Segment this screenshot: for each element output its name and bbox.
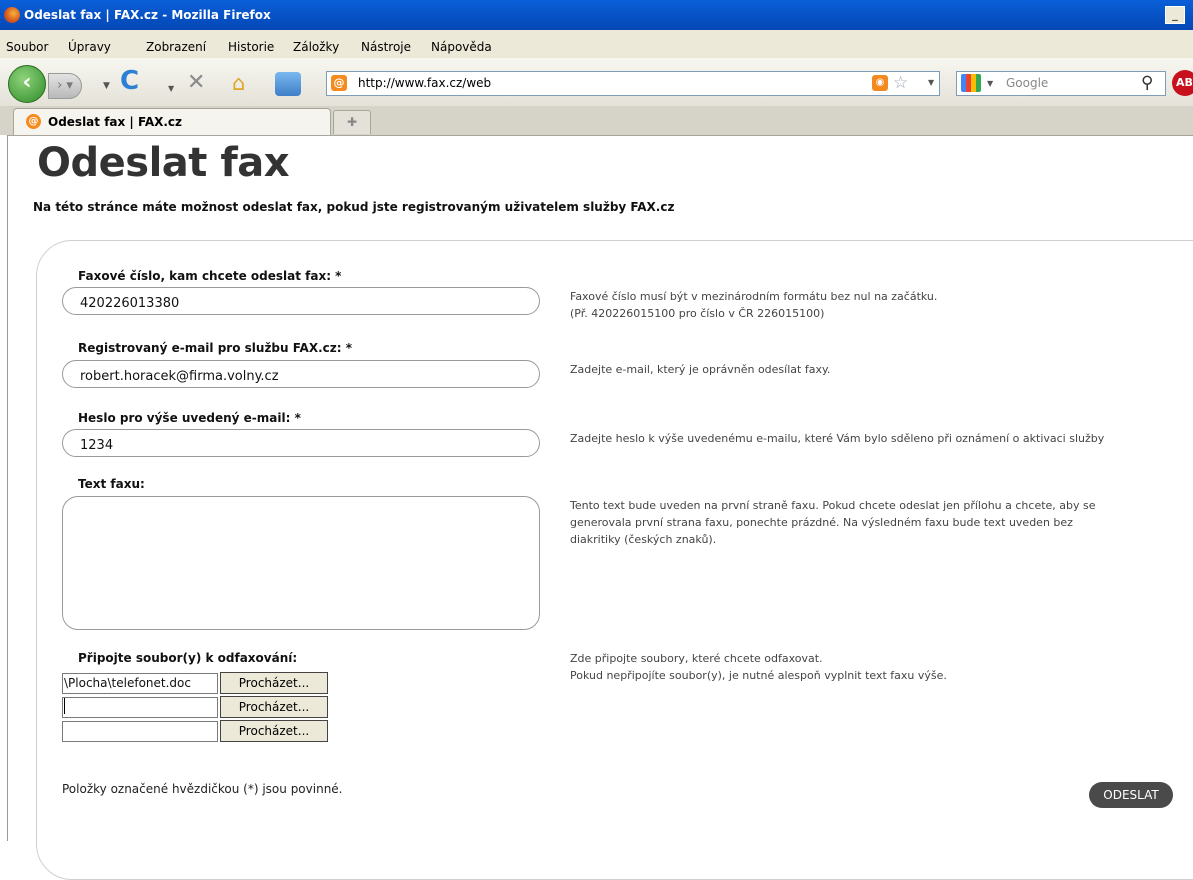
- minimize-button[interactable]: _: [1165, 6, 1185, 24]
- browse-button-1[interactable]: Procházet...: [220, 672, 328, 694]
- fax-number-help-2: (Př. 420226015100 pro číslo v ČR 2260151…: [570, 307, 825, 320]
- window-titlebar: Odeslat fax | FAX.cz - Mozilla Firefox _: [0, 0, 1193, 30]
- email-label: Registrovaný e-mail pro službu FAX.cz: *: [78, 341, 353, 355]
- file-path-input-2[interactable]: [62, 697, 218, 718]
- attachments-help-2: Pokud nepřipojíte soubor(y), je nutné al…: [570, 669, 947, 682]
- password-field[interactable]: 1234: [62, 429, 540, 457]
- fax-number-input[interactable]: 420226013380: [62, 287, 540, 315]
- fax-text-help-2: generovala první strana faxu, ponechte p…: [570, 516, 1073, 529]
- menu-bar: Soubor Úpravy Zobrazení Historie Záložky…: [0, 30, 1193, 59]
- adblock-icon[interactable]: AB: [1172, 70, 1193, 96]
- bookmark-star-icon[interactable]: ☆: [893, 73, 908, 93]
- fax-number-help-1: Faxové číslo musí být v mezinárodním for…: [570, 290, 938, 303]
- tab-favicon-icon: @: [26, 114, 41, 129]
- back-arrow-icon[interactable]: ‹: [8, 65, 46, 103]
- menu-nastroje[interactable]: Nástroje: [361, 40, 411, 54]
- menu-napoveda[interactable]: Nápověda: [431, 40, 492, 54]
- forward-arrow-icon[interactable]: › ▾: [48, 73, 82, 99]
- google-search-engine-icon[interactable]: [961, 74, 981, 92]
- email-help: Zadejte e-mail, který je oprávněn odesíl…: [570, 363, 831, 376]
- fax-text-help-1: Tento text bude uveden na první straně f…: [570, 499, 1096, 512]
- stop-icon[interactable]: ✕: [187, 72, 205, 94]
- rss-feed-icon[interactable]: ◉: [872, 75, 888, 91]
- window-border: [0, 135, 8, 841]
- site-favicon-icon: @: [331, 75, 347, 91]
- firefox-icon: [4, 7, 20, 23]
- text-caret: [64, 698, 65, 714]
- screenshot-addon-icon[interactable]: [275, 72, 301, 96]
- new-tab-button[interactable]: ✚: [333, 110, 371, 134]
- menu-historie[interactable]: Historie: [228, 40, 274, 54]
- tab-label[interactable]: Odeslat fax | FAX.cz: [48, 115, 182, 129]
- attachments-help-1: Zde připojte soubory, které chcete odfax…: [570, 652, 823, 665]
- reload-icon[interactable]: C: [120, 68, 139, 94]
- history-dropdown-icon[interactable]: ▼: [103, 76, 110, 96]
- search-placeholder: Google: [1006, 76, 1049, 90]
- url-dropdown-icon[interactable]: ▼: [928, 78, 934, 87]
- password-label: Heslo pro výše uvedený e-mail: *: [78, 411, 301, 425]
- fax-number-label: Faxové číslo, kam chcete odeslat fax: *: [78, 269, 342, 283]
- menu-zalozky[interactable]: Záložky: [293, 40, 339, 54]
- browse-button-2[interactable]: Procházet...: [220, 696, 328, 718]
- menu-upravy[interactable]: Úpravy: [68, 40, 111, 54]
- attachments-label: Připojte soubor(y) k odfaxování:: [78, 651, 298, 665]
- page-title: Odeslat fax: [37, 140, 290, 186]
- fax-text-textarea[interactable]: [62, 496, 540, 630]
- search-engine-dropdown-icon[interactable]: ▼: [987, 79, 993, 88]
- reload-dropdown-icon[interactable]: ▼: [168, 79, 174, 99]
- url-text[interactable]: http://www.fax.cz/web: [358, 76, 491, 90]
- email-field[interactable]: robert.horacek@firma.volny.cz: [62, 360, 540, 388]
- send-button[interactable]: ODESLAT: [1089, 782, 1173, 808]
- menu-soubor[interactable]: Soubor: [6, 40, 48, 54]
- file-path-input-3[interactable]: [62, 721, 218, 742]
- fax-text-help-3: diakritiky (českých znaků).: [570, 533, 717, 546]
- browse-button-3[interactable]: Procházet...: [220, 720, 328, 742]
- page-intro: Na této stránce máte možnost odeslat fax…: [33, 200, 675, 214]
- home-icon[interactable]: ⌂: [232, 73, 245, 94]
- menu-zobrazeni[interactable]: Zobrazení: [146, 40, 206, 54]
- window-title: Odeslat fax | FAX.cz - Mozilla Firefox: [24, 8, 271, 22]
- file-path-input-1[interactable]: \Plocha\telefonet.doc: [62, 673, 218, 694]
- fax-text-label: Text faxu:: [78, 477, 145, 491]
- required-fields-note: Položky označené hvězdičkou (*) jsou pov…: [62, 782, 343, 796]
- search-icon[interactable]: ⚲: [1141, 73, 1153, 93]
- password-help: Zadejte heslo k výše uvedenému e-mailu, …: [570, 432, 1105, 445]
